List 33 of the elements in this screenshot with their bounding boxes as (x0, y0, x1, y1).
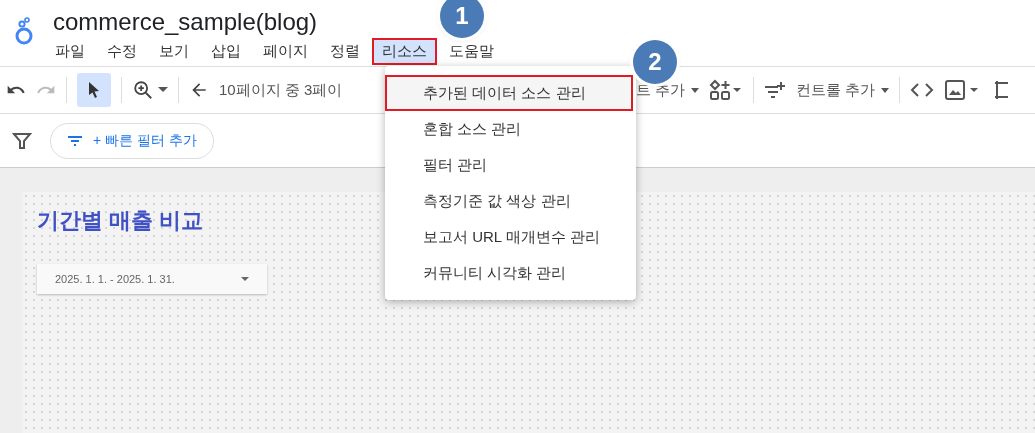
filter-icon[interactable] (12, 130, 32, 151)
menu-item[interactable]: 삽입 (201, 38, 251, 65)
pointer-icon (87, 81, 101, 99)
menu-item[interactable]: 페이지 (253, 38, 318, 65)
step-badge: 2 (633, 40, 677, 84)
step-badge: 1 (440, 0, 484, 38)
menu-item[interactable]: 보기 (149, 38, 199, 65)
select-tool-button[interactable] (77, 73, 111, 107)
menu-item[interactable]: 정렬 (320, 38, 370, 65)
frame-icon[interactable] (994, 79, 1009, 101)
add-control-button[interactable]: 컨트롤 추가 (796, 80, 890, 100)
caret-icon[interactable] (158, 87, 168, 93)
logo-icon (13, 16, 35, 46)
menu-option[interactable]: 필터 관리 (385, 147, 633, 183)
add-quick-filter-button[interactable]: + 빠른 필터 추가 (50, 122, 214, 159)
menu-option[interactable]: 커뮤니티 시각화 관리 (385, 255, 633, 291)
menu-item[interactable]: 파일 (45, 38, 95, 65)
menu-option[interactable]: 혼합 소스 관리 (385, 111, 633, 147)
menu-option[interactable]: 측정기준 값 색상 관리 (385, 183, 633, 219)
report-name: commerce_sample(blog) (53, 8, 318, 36)
caret-icon (241, 277, 249, 281)
filter-add-icon[interactable] (764, 80, 787, 100)
menu-item[interactable]: 수정 (97, 38, 147, 65)
menu-item[interactable]: 도움말 (439, 38, 504, 65)
menu-option[interactable]: 추가된 데이터 소스 관리 (385, 75, 633, 111)
zoom-icon[interactable] (132, 79, 154, 101)
filter-lines-icon (67, 134, 83, 147)
menu-option[interactable]: 보고서 URL 매개변수 관리 (385, 219, 633, 255)
date-range-control[interactable]: 2025. 1. 1. - 2025. 1. 31. (37, 264, 267, 294)
report-title: 기간별 매출 비교 (37, 207, 204, 235)
shapes-add-icon[interactable] (709, 79, 744, 101)
page-indicator: 10페이지 중 3페이 (219, 80, 343, 100)
menu-item[interactable]: 리소스 (372, 38, 437, 65)
